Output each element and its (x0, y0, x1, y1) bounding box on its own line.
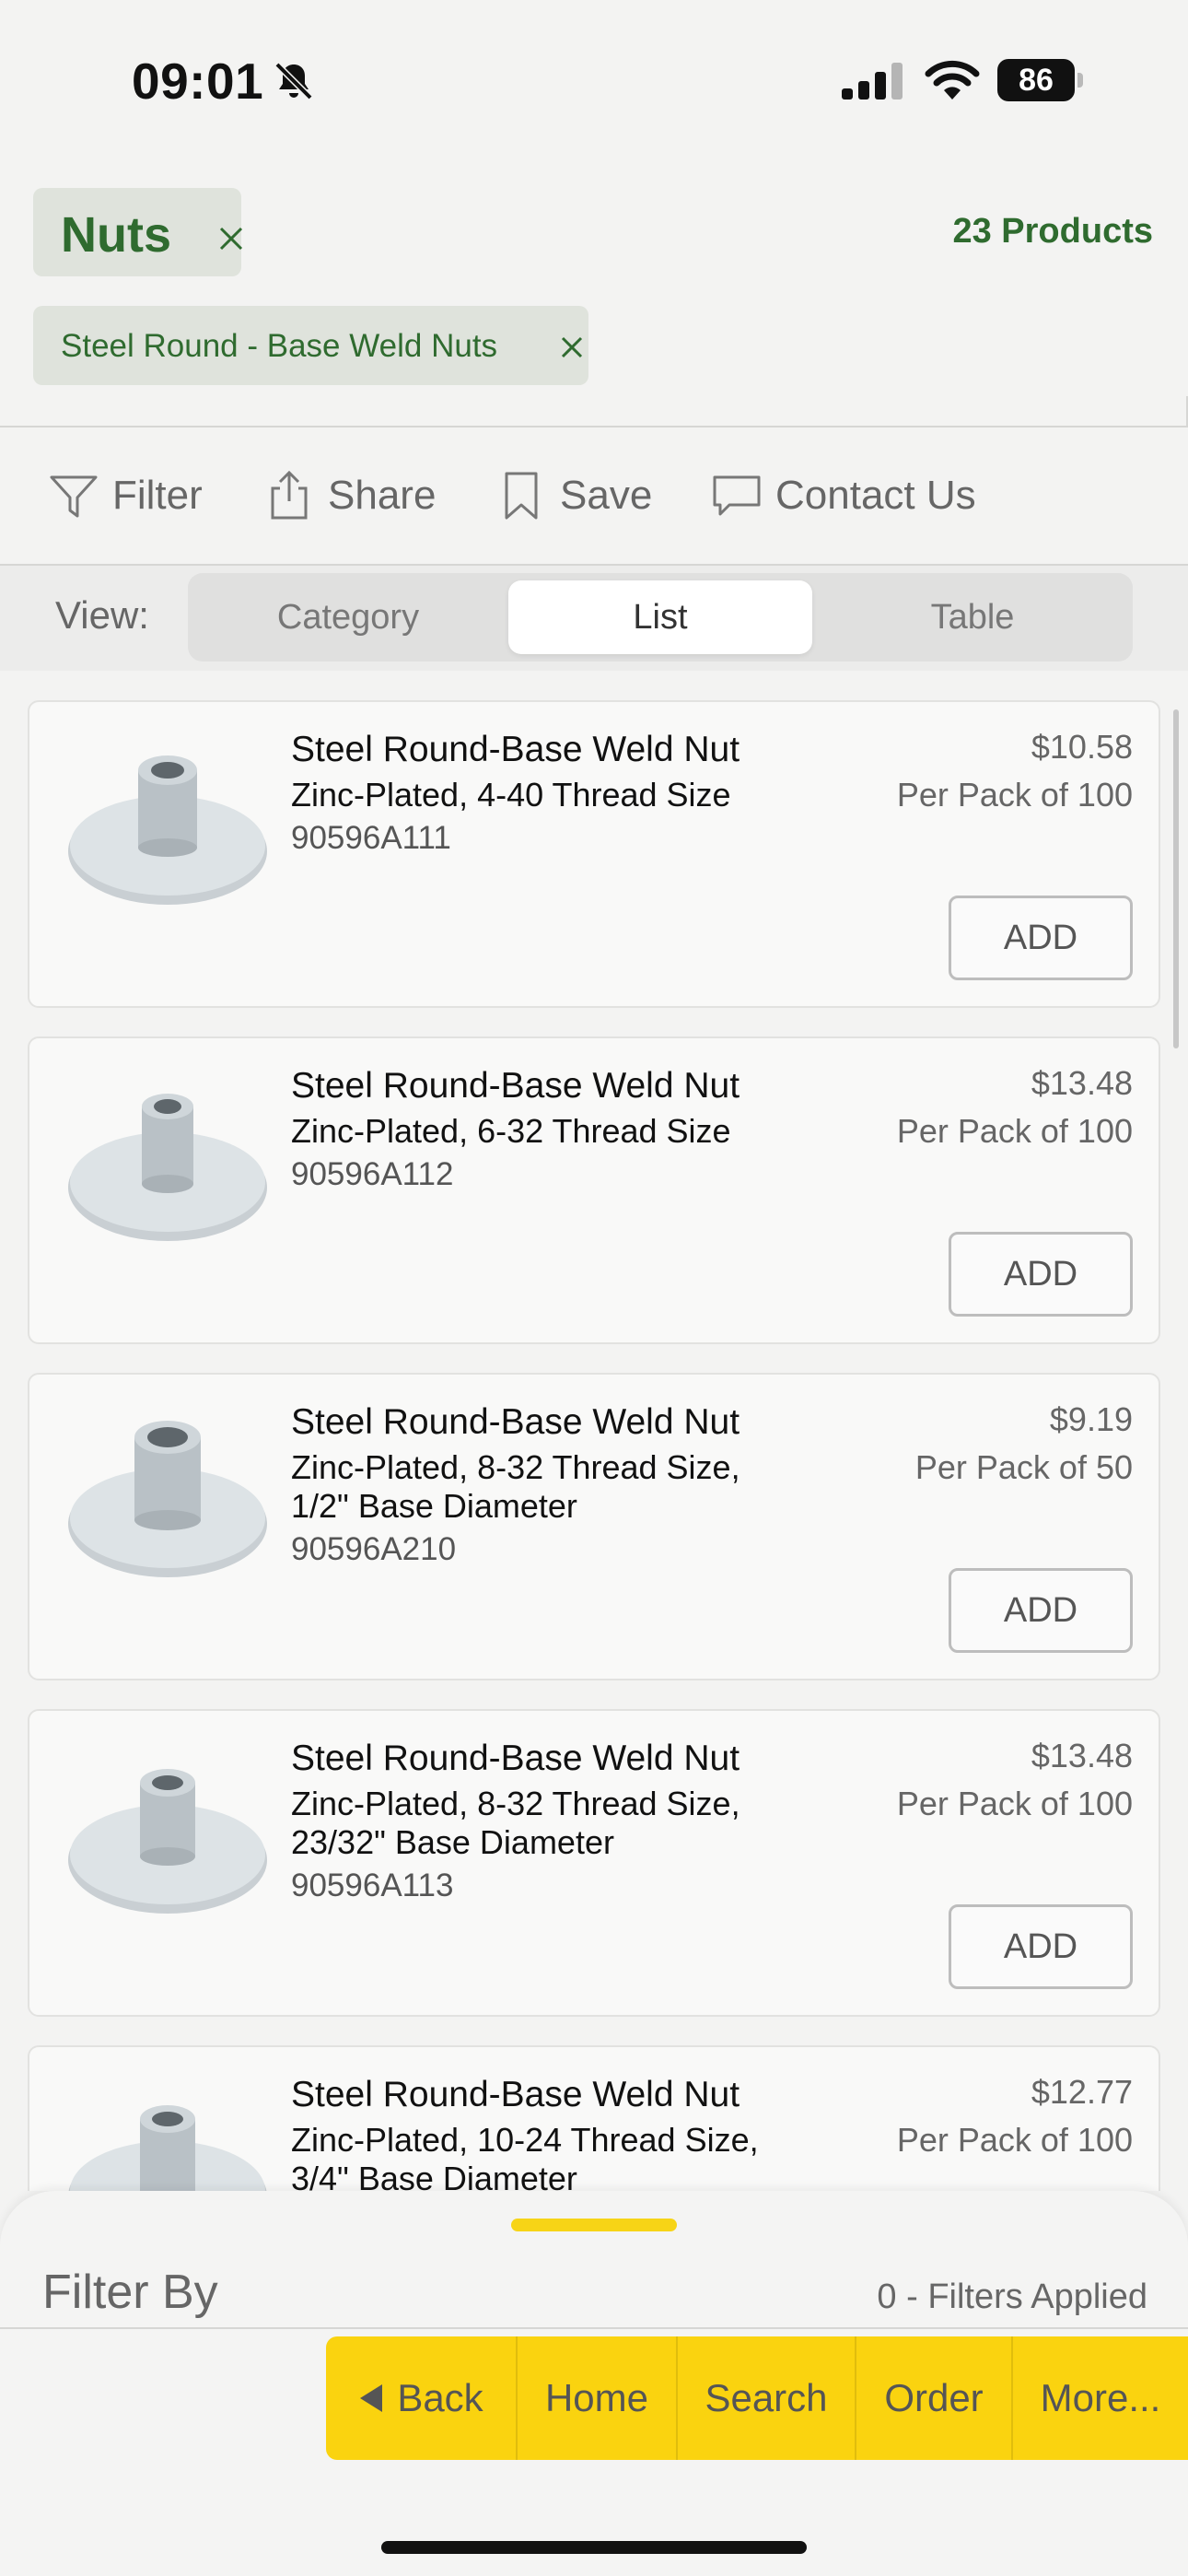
product-price: $12.77 (1031, 2073, 1133, 2111)
remove-subcategory-icon[interactable] (560, 335, 584, 359)
product-title[interactable]: Steel Round-Base Weld Nut (291, 2075, 740, 2115)
product-sku: 90596A113 (291, 1868, 454, 1903)
subcategory-chip-label: Steel Round - Base Weld Nuts (61, 328, 498, 364)
product-price: $9.19 (1049, 1400, 1133, 1438)
add-to-order-button[interactable]: ADD (949, 896, 1133, 980)
contact-us-button[interactable]: Contact Us (711, 464, 976, 527)
view-option-category[interactable]: Category (195, 580, 501, 654)
remove-category-icon[interactable] (217, 225, 245, 252)
product-card[interactable]: Steel Round-Base Weld Nut Zinc-Plated, 1… (28, 2045, 1160, 2191)
product-price: $13.48 (1031, 1737, 1133, 1774)
action-toolbar: Filter Share Save Contact Us (0, 427, 1188, 564)
product-title[interactable]: Steel Round-Base Weld Nut (291, 1402, 740, 1443)
chat-bubble-icon (713, 475, 761, 516)
product-pack-size: Per Pack of 100 (896, 2121, 1133, 2159)
product-title[interactable]: Steel Round-Base Weld Nut (291, 730, 740, 770)
list-scrollbar[interactable] (1173, 709, 1179, 1048)
filter-icon (50, 475, 98, 518)
product-description: Zinc-Plated, 10-24 Thread Size, 3/4" Bas… (291, 2121, 759, 2191)
weld-nut-image (68, 1421, 267, 1577)
save-button[interactable]: Save (495, 464, 652, 527)
nav-more-label: More... (1040, 2376, 1161, 2419)
sheet-drag-handle[interactable] (511, 2219, 677, 2231)
weld-nut-image (68, 2105, 267, 2191)
nav-search-label: Search (705, 2376, 828, 2419)
product-sku: 90596A111 (291, 820, 451, 856)
home-indicator[interactable] (381, 2541, 807, 2554)
contact-us-label: Contact Us (775, 473, 976, 518)
category-chip-label: Nuts (61, 207, 171, 263)
product-card[interactable]: Steel Round-Base Weld Nut Zinc-Plated, 8… (28, 1373, 1160, 1680)
product-price: $13.48 (1031, 1064, 1133, 1102)
product-count: 23 Products (952, 212, 1153, 251)
nav-back-button[interactable]: Back (326, 2336, 518, 2460)
category-chip[interactable]: Nuts (33, 188, 243, 276)
bell-muted-icon (274, 62, 313, 100)
wifi-icon (925, 60, 980, 100)
nav-home-button[interactable]: Home (518, 2336, 678, 2460)
nav-more-button[interactable]: More... (1013, 2336, 1188, 2460)
filter-by-title: Filter By (42, 2266, 218, 2319)
weld-nut-image (68, 1769, 267, 1914)
product-list[interactable]: Steel Round-Base Weld Nut Zinc-Plated, 4… (0, 671, 1188, 2191)
nav-order-label: Order (884, 2376, 984, 2419)
nav-home-label: Home (544, 2376, 649, 2419)
cellular-signal-icon (842, 63, 903, 100)
product-card[interactable]: Steel Round-Base Weld Nut Zinc-Plated, 8… (28, 1709, 1160, 2017)
view-switcher: View: Category List Table (0, 566, 1188, 671)
share-button[interactable]: Share (263, 464, 436, 527)
filter-button[interactable]: Filter (48, 464, 203, 527)
share-icon (271, 470, 308, 520)
bookmark-icon (505, 472, 538, 520)
view-option-list[interactable]: List (508, 580, 812, 654)
view-label: View: (55, 593, 149, 637)
nav-search-button[interactable]: Search (678, 2336, 856, 2460)
add-to-order-button[interactable]: ADD (949, 1904, 1133, 1989)
filters-applied-count: 0 - Filters Applied (877, 2277, 1147, 2316)
weld-nut-image (68, 1094, 267, 1241)
add-to-order-button[interactable]: ADD (949, 1232, 1133, 1317)
product-description: Zinc-Plated, 8-32 Thread Size, 23/32" Ba… (291, 1785, 740, 1861)
product-pack-size: Per Pack of 50 (914, 1448, 1133, 1486)
product-pack-size: Per Pack of 100 (896, 776, 1133, 814)
filter-bottom-sheet[interactable]: Filter By 0 - Filters Applied Back Home … (0, 2191, 1188, 2576)
subcategory-chip[interactable]: Steel Round - Base Weld Nuts (33, 306, 588, 385)
save-label: Save (560, 473, 653, 518)
share-label: Share (328, 473, 437, 518)
view-option-table[interactable]: Table (820, 580, 1125, 654)
product-description: Zinc-Plated, 6-32 Thread Size (291, 1112, 731, 1150)
product-card[interactable]: Steel Round-Base Weld Nut Zinc-Plated, 6… (28, 1036, 1160, 1344)
back-arrow-icon (360, 2384, 383, 2412)
product-sku: 90596A112 (291, 1156, 454, 1192)
product-description: Zinc-Plated, 4-40 Thread Size (291, 776, 731, 814)
filter-label: Filter (112, 473, 203, 518)
nav-back-label: Back (397, 2376, 483, 2419)
product-pack-size: Per Pack of 100 (896, 1112, 1133, 1150)
battery-icon: 86 (997, 59, 1083, 101)
nav-order-button[interactable]: Order (856, 2336, 1013, 2460)
product-title[interactable]: Steel Round-Base Weld Nut (291, 1739, 740, 1779)
product-title[interactable]: Steel Round-Base Weld Nut (291, 1066, 740, 1107)
battery-level: 86 (997, 59, 1075, 101)
product-price: $10.58 (1031, 728, 1133, 766)
bottom-nav-bar: Back Home Search Order More... (326, 2336, 1188, 2460)
weld-nut-image (68, 755, 267, 905)
status-time: 09:01 (132, 53, 264, 110)
add-to-order-button[interactable]: ADD (949, 1568, 1133, 1653)
view-segmented-control: Category List Table (188, 573, 1133, 662)
product-card[interactable]: Steel Round-Base Weld Nut Zinc-Plated, 4… (28, 700, 1160, 1008)
status-bar: 09:01 86 (0, 0, 1188, 161)
divider (0, 2327, 1188, 2329)
product-pack-size: Per Pack of 100 (896, 1785, 1133, 1822)
product-sku: 90596A210 (291, 1531, 457, 1567)
product-description: Zinc-Plated, 8-32 Thread Size, 1/2" Base… (291, 1448, 740, 1525)
